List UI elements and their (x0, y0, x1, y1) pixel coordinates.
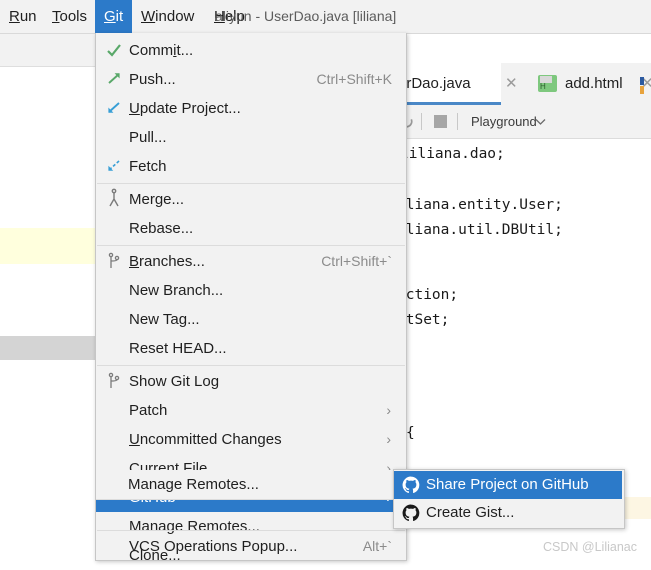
menu-separator (97, 183, 405, 184)
commit-check-icon (107, 44, 121, 57)
tab-add-html[interactable]: add.html (565, 63, 623, 105)
inspection-mark-blue (640, 77, 644, 85)
html-file-icon: H (538, 75, 557, 92)
run-configuration-selector[interactable]: Playground (471, 105, 537, 138)
menu-item-fetch[interactable]: Fetch (96, 152, 404, 181)
chevron-right-icon: › (386, 431, 391, 447)
menu-item-new-tag[interactable]: New Tag... (96, 305, 404, 334)
menu-item-label: Update Project... (129, 100, 241, 117)
menu-item-shortcut: Ctrl+Shift+` (321, 253, 392, 269)
menu-item-new-branch[interactable]: New Branch... (96, 276, 404, 305)
branch-icon (108, 252, 120, 268)
menu-item-commit[interactable]: Commit... (96, 36, 404, 65)
menu-item-label: Rebase... (129, 220, 194, 237)
menu-item-label: New Tag... (129, 311, 200, 328)
watermark: CSDN @Lilianac (543, 540, 637, 554)
menu-window[interactable]: Window (132, 0, 203, 33)
chevron-right-icon: › (386, 402, 391, 418)
menu-item-vcs-operations-popup[interactable]: VCS Operations Popup... Alt+` (96, 532, 404, 561)
tab-label: erDao.java (398, 75, 471, 92)
fetch-arrow-icon (108, 160, 120, 171)
menu-item-shortcut: Alt+` (362, 538, 392, 554)
code-line: { (406, 425, 415, 441)
toolbar-separator (421, 113, 422, 130)
tab-label: add.html (565, 75, 623, 92)
menu-item-label: Branches... (129, 253, 205, 270)
menu-item-label: Push... (129, 71, 176, 88)
code-line: liliana.dao; (400, 146, 505, 162)
menu-item-pull[interactable]: Pull... (96, 123, 404, 152)
menu-bar: Run Tools Git Window Help aliyun - UserD… (0, 0, 651, 34)
push-arrow-icon (108, 73, 120, 84)
menu-item-label: Commit... (129, 42, 194, 59)
menu-item-rebase[interactable]: Rebase... (96, 214, 404, 243)
manage-remotes-hit[interactable] (96, 470, 392, 499)
menu-item-shortcut: Ctrl+Shift+K (316, 71, 392, 87)
menu-item-update-project[interactable]: Update Project... (96, 94, 404, 123)
menu-item-label: Merge... (129, 191, 185, 208)
left-panel-background-bottom (0, 360, 95, 560)
menu-item-label: Show Git Log (129, 373, 220, 390)
menu-item-branches[interactable]: Branches... Ctrl+Shift+` (96, 247, 404, 276)
submenu-item-share-project-on-github[interactable]: Share Project on GitHub (394, 471, 622, 499)
update-arrow-icon (108, 102, 120, 113)
left-panel-gray-block (0, 336, 95, 360)
menu-item-reset-head[interactable]: Reset HEAD... (96, 334, 404, 363)
tab-userdao-java[interactable]: erDao.java (395, 63, 501, 105)
menu-item-label: Reset HEAD... (129, 340, 227, 357)
menu-item-patch[interactable]: Patch › (96, 396, 404, 425)
menu-separator-2 (96, 499, 404, 500)
menu-item-label: Patch (129, 402, 168, 419)
menu-separator (97, 530, 405, 531)
menu-tools[interactable]: Tools (43, 0, 96, 33)
menu-item-label: Fetch (129, 158, 167, 175)
window-title: aliyun - UserDao.java [liliana] (215, 8, 397, 24)
github-submenu: Share Project on GitHub Create Gist... (393, 469, 625, 529)
menu-item-merge[interactable]: Merge... (96, 185, 404, 214)
project-toolbar (0, 8, 98, 67)
html-icon-letter: H (540, 82, 546, 91)
left-panel-background-mid (0, 264, 95, 336)
tab-close-icon[interactable]: ✕ (505, 63, 518, 105)
menu-separator (97, 245, 405, 246)
code-line: iliana.entity.User; (397, 197, 563, 213)
submenu-item-label: Create Gist... (426, 504, 515, 521)
submenu-item-create-gist[interactable]: Create Gist... (394, 499, 622, 527)
menu-item-label: VCS Operations Popup... (129, 538, 298, 555)
merge-icon (109, 188, 119, 207)
menu-git[interactable]: Git (95, 0, 133, 33)
submenu-item-label: Share Project on GitHub (426, 476, 589, 493)
github-icon (402, 476, 420, 494)
inspection-mark-orange (640, 86, 644, 94)
menu-item-uncommitted-changes[interactable]: Uncommitted Changes › (96, 425, 404, 454)
menu-item-label: Pull... (129, 129, 167, 146)
editor-tabbar: erDao.java ✕ H add.html ✕ (395, 63, 651, 106)
left-panel-background-top (0, 98, 98, 228)
menu-item-label: New Branch... (129, 282, 224, 299)
menu-item-label: Uncommitted Changes (129, 431, 282, 448)
left-panel-highlight-band (0, 228, 95, 264)
toolbar-separator (457, 113, 458, 130)
code-line: iliana.util.DBUtil; (397, 222, 563, 238)
branch-icon (108, 372, 120, 388)
menu-run[interactable]: Run (0, 0, 46, 33)
run-toolbar: Playground (395, 105, 651, 139)
chevron-down-icon[interactable] (535, 118, 546, 126)
stop-icon[interactable] (434, 115, 447, 128)
menu-separator (97, 365, 405, 366)
editor-inspection-marks (639, 63, 651, 105)
menu-item-show-git-log[interactable]: Show Git Log (96, 367, 404, 396)
github-icon (402, 504, 420, 522)
menu-item-push[interactable]: Push... Ctrl+Shift+K (96, 65, 404, 94)
